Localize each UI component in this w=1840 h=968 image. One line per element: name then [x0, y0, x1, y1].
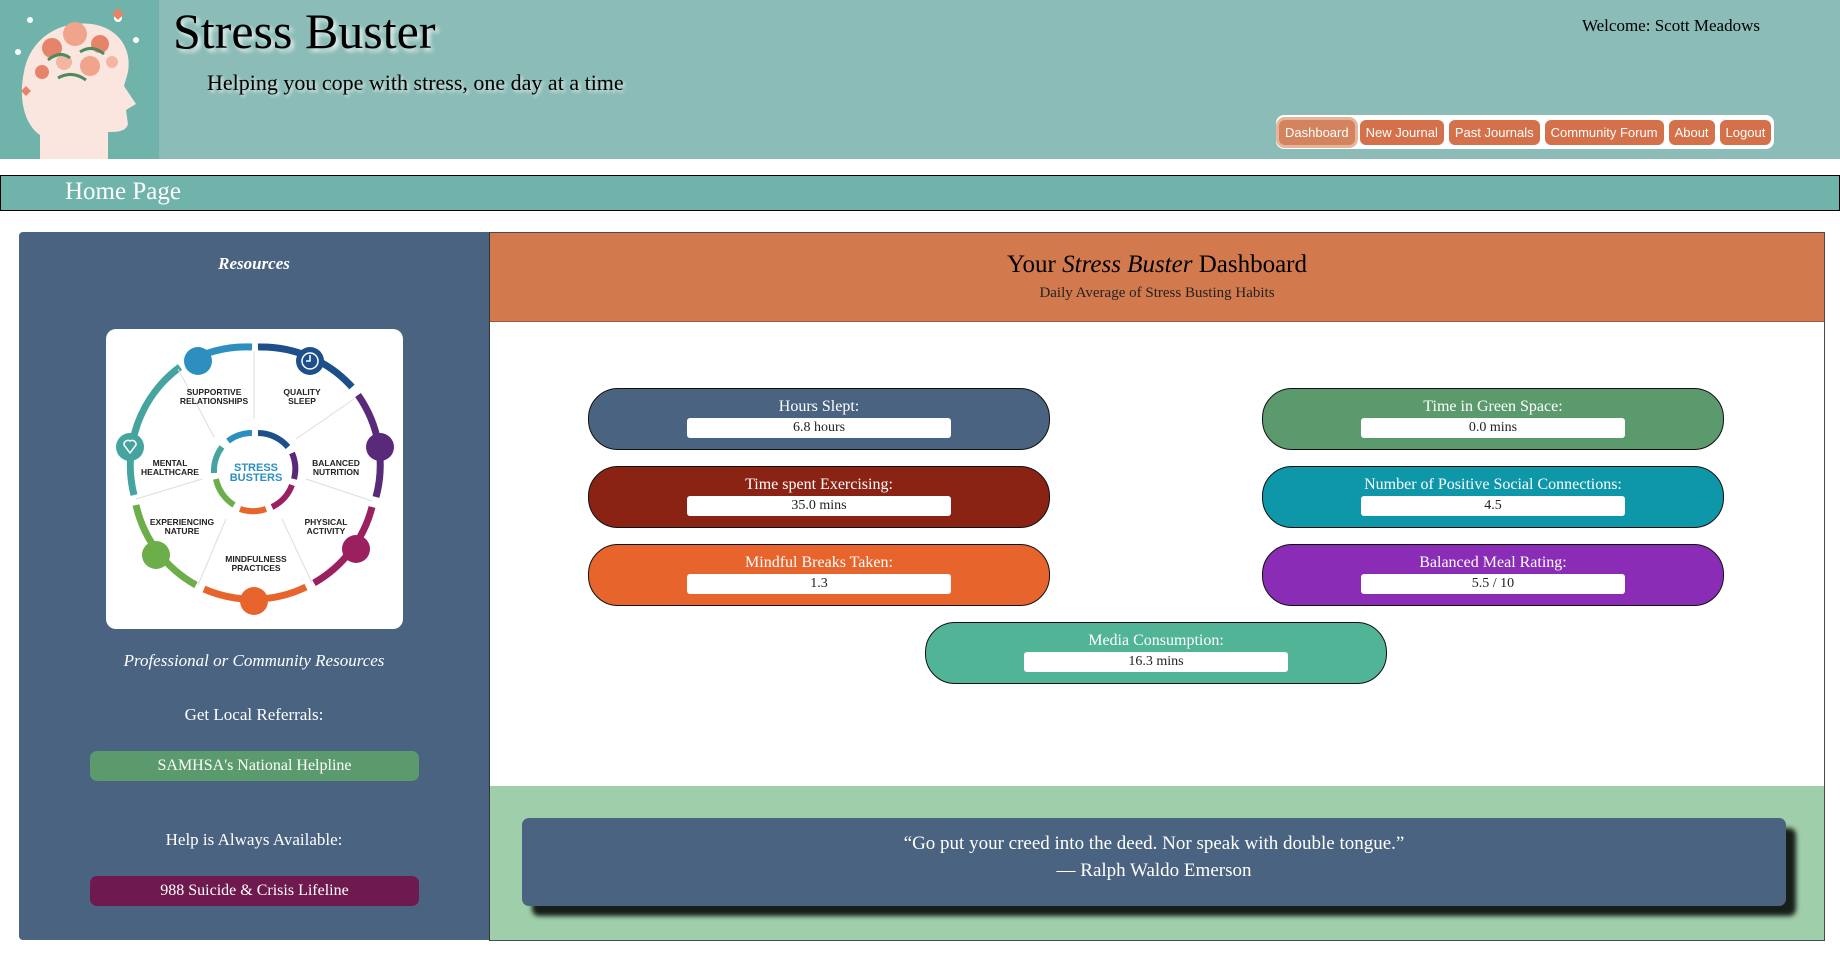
nature-tree-icon [142, 541, 170, 569]
stat-social-connections: Number of Positive Social Connections: 4… [1262, 466, 1724, 528]
activity-bike-icon [342, 535, 370, 563]
stat-label: Mindful Breaks Taken: [745, 554, 893, 571]
quote-section: “Go put your creed into the deed. Nor sp… [490, 786, 1824, 940]
dashboard-panel: Your Stress Buster Dashboard Daily Avera… [489, 232, 1825, 941]
welcome-user: Welcome: Scott Meadows [1581, 16, 1760, 35]
site-title: Stress Buster [173, 3, 436, 59]
site-logo [0, 0, 159, 159]
stat-label: Time in Green Space: [1423, 398, 1563, 415]
stat-label: Media Consumption: [1088, 632, 1224, 649]
stat-green-space: Time in Green Space: 0.0 mins [1262, 388, 1724, 450]
quote-author: — Ralph Waldo Emerson [1056, 860, 1252, 881]
nav-logout-button[interactable]: Logout [1719, 119, 1772, 145]
stat-value: 6.8 hours [687, 418, 951, 438]
sidebar-title: Resources [218, 254, 290, 273]
nav-community-forum-button[interactable]: Community Forum [1544, 119, 1664, 145]
stat-mindful-breaks: Mindful Breaks Taken: 1.3 [588, 544, 1050, 606]
site-tagline: Helping you cope with stress, one day at… [207, 70, 624, 95]
svg-text:BUSTERS: BUSTERS [230, 472, 283, 484]
site-header: Stress Buster Helping you cope with stre… [0, 0, 1840, 159]
stat-value: 5.5 / 10 [1361, 574, 1625, 594]
nav-new-journal-button[interactable]: New Journal [1359, 119, 1444, 145]
nav-about-button[interactable]: About [1668, 119, 1715, 145]
svg-text:PRACTICES: PRACTICES [231, 563, 280, 573]
svg-text:HEALTHCARE: HEALTHCARE [141, 467, 199, 477]
stat-label: Hours Slept: [778, 398, 860, 415]
dashboard-header: Your Stress Buster Dashboard Daily Avera… [490, 233, 1824, 322]
nav-past-journals-button[interactable]: Past Journals [1448, 119, 1540, 145]
referrals-label: Get Local Referrals: [184, 705, 324, 724]
daily-quote: “Go put your creed into the deed. Nor sp… [522, 818, 1786, 906]
stat-value: 16.3 mins [1024, 652, 1288, 672]
svg-text:SLEEP: SLEEP [288, 396, 316, 406]
resources-label: Professional or Community Resources [123, 651, 385, 670]
stat-value: 0.0 mins [1361, 418, 1625, 438]
mindfulness-hands-icon [240, 587, 268, 615]
page-title: Home Page [65, 178, 181, 205]
stat-label: Balanced Meal Rating: [1419, 554, 1567, 571]
stat-exercise: Time spent Exercising: 35.0 mins [588, 466, 1050, 528]
crisis-lifeline-button[interactable]: 988 Suicide & Crisis Lifeline [90, 876, 419, 906]
svg-text:RELATIONSHIPS: RELATIONSHIPS [180, 396, 249, 406]
stress-busters-wheel-graphic: SUPPORTIVE RELATIONSHIPS QUALITY SLEEP B… [116, 343, 394, 615]
quote-text: “Go put your creed into the deed. Nor sp… [903, 833, 1405, 854]
stat-label: Number of Positive Social Connections: [1364, 476, 1622, 493]
dashboard-subtitle: Daily Average of Stress Busting Habits [1039, 285, 1275, 301]
samhsa-helpline-button[interactable]: SAMHSA's National Helpline [90, 751, 419, 781]
relationships-icon [184, 347, 212, 375]
stat-value: 35.0 mins [687, 496, 951, 516]
stat-label: Time spent Exercising: [745, 476, 893, 493]
stat-value: 1.3 [687, 574, 951, 594]
svg-text:NUTRITION: NUTRITION [313, 467, 359, 477]
stat-hours-slept: Hours Slept: 6.8 hours [588, 388, 1050, 450]
resources-sidebar: Resources SUPPORTIVE RELATIONSHIPS QUALI… [19, 232, 489, 940]
healthcare-heart-icon [116, 433, 144, 461]
nutrition-apple-icon [366, 433, 394, 461]
stress-busters-wheel: SUPPORTIVE RELATIONSHIPS QUALITY SLEEP B… [106, 329, 403, 629]
svg-text:ACTIVITY: ACTIVITY [307, 526, 346, 536]
stat-value: 4.5 [1361, 496, 1625, 516]
help-available-label: Help is Always Available: [165, 830, 343, 849]
head-flowers-logo-icon [0, 0, 159, 159]
svg-text:NATURE: NATURE [165, 526, 200, 536]
main-nav: Dashboard New Journal Past Journals Comm… [1276, 115, 1775, 149]
stat-balanced-meal: Balanced Meal Rating: 5.5 / 10 [1262, 544, 1724, 606]
dashboard-title: Your Stress Buster Dashboard [1006, 251, 1308, 278]
nav-dashboard-button[interactable]: Dashboard [1279, 119, 1355, 145]
page-title-band: Home Page [0, 175, 1840, 211]
stat-media-consumption: Media Consumption: 16.3 mins [925, 622, 1387, 684]
